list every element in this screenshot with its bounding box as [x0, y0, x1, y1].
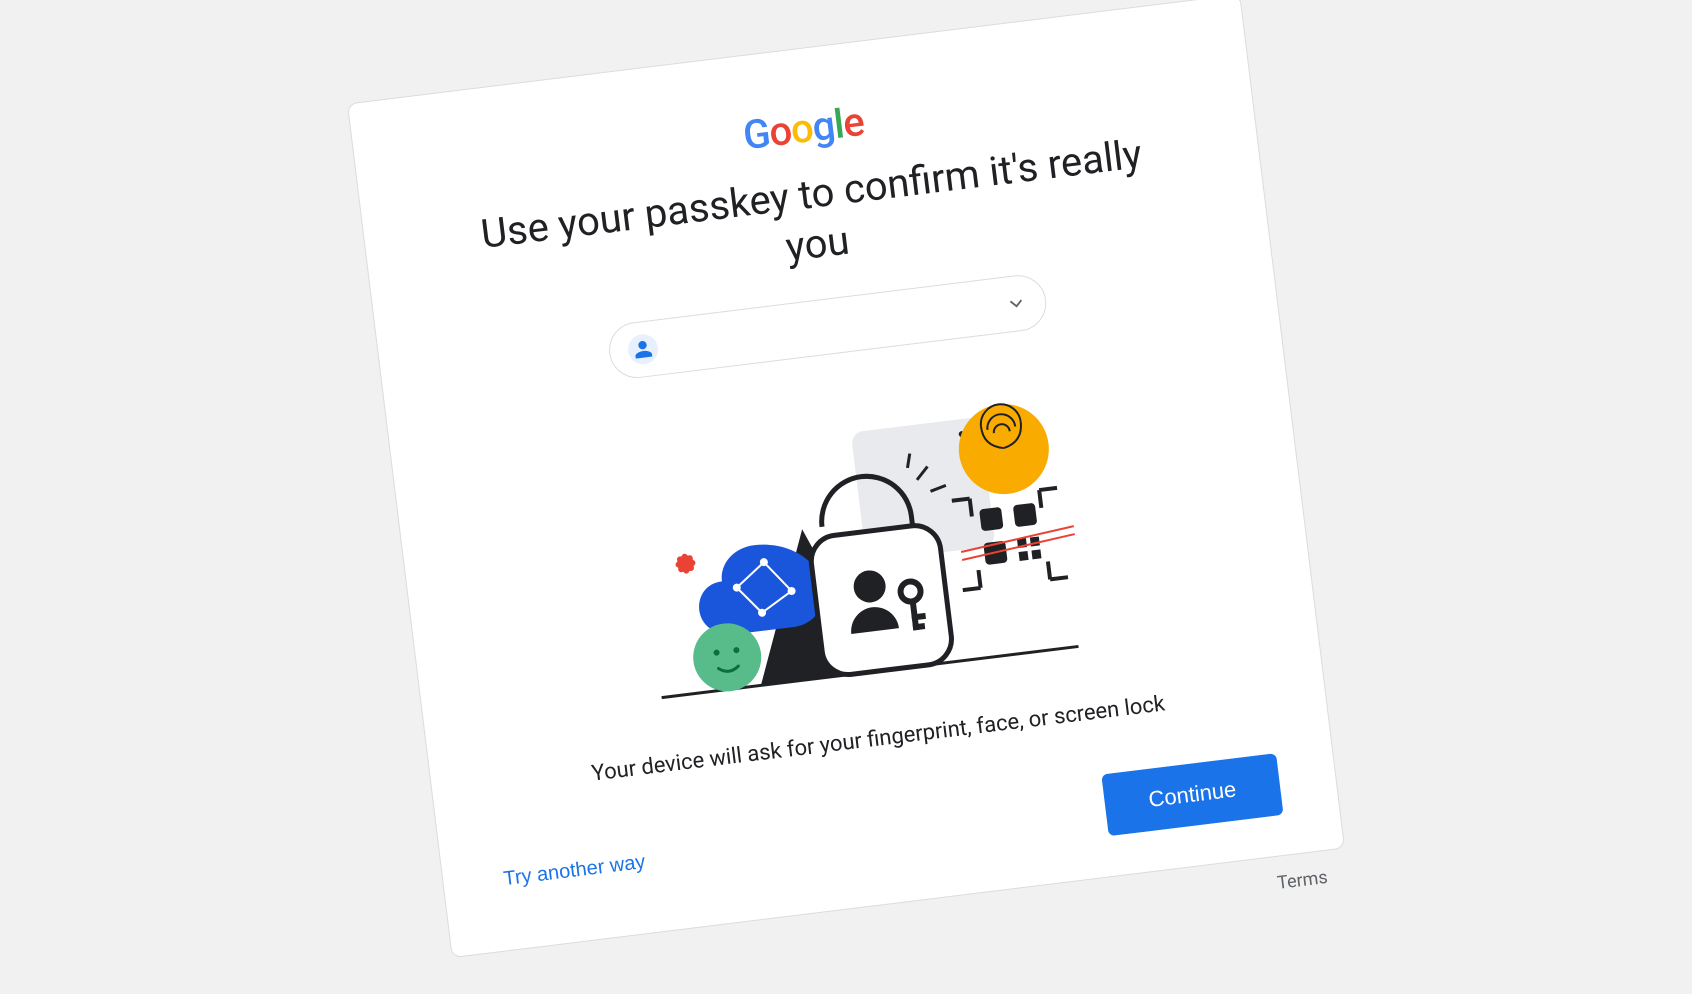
footer: Terms: [1276, 866, 1329, 893]
continue-button[interactable]: Continue: [1101, 753, 1283, 836]
try-another-way-button[interactable]: Try another way: [497, 842, 651, 899]
chevron-down-icon: [1004, 291, 1029, 316]
account-selector[interactable]: [606, 272, 1050, 381]
signin-card: Google Use your passkey to confirm it's …: [347, 0, 1345, 958]
passkey-illustration: [446, 346, 1263, 740]
terms-link[interactable]: Terms: [1276, 866, 1329, 893]
avatar-icon: [626, 332, 659, 365]
